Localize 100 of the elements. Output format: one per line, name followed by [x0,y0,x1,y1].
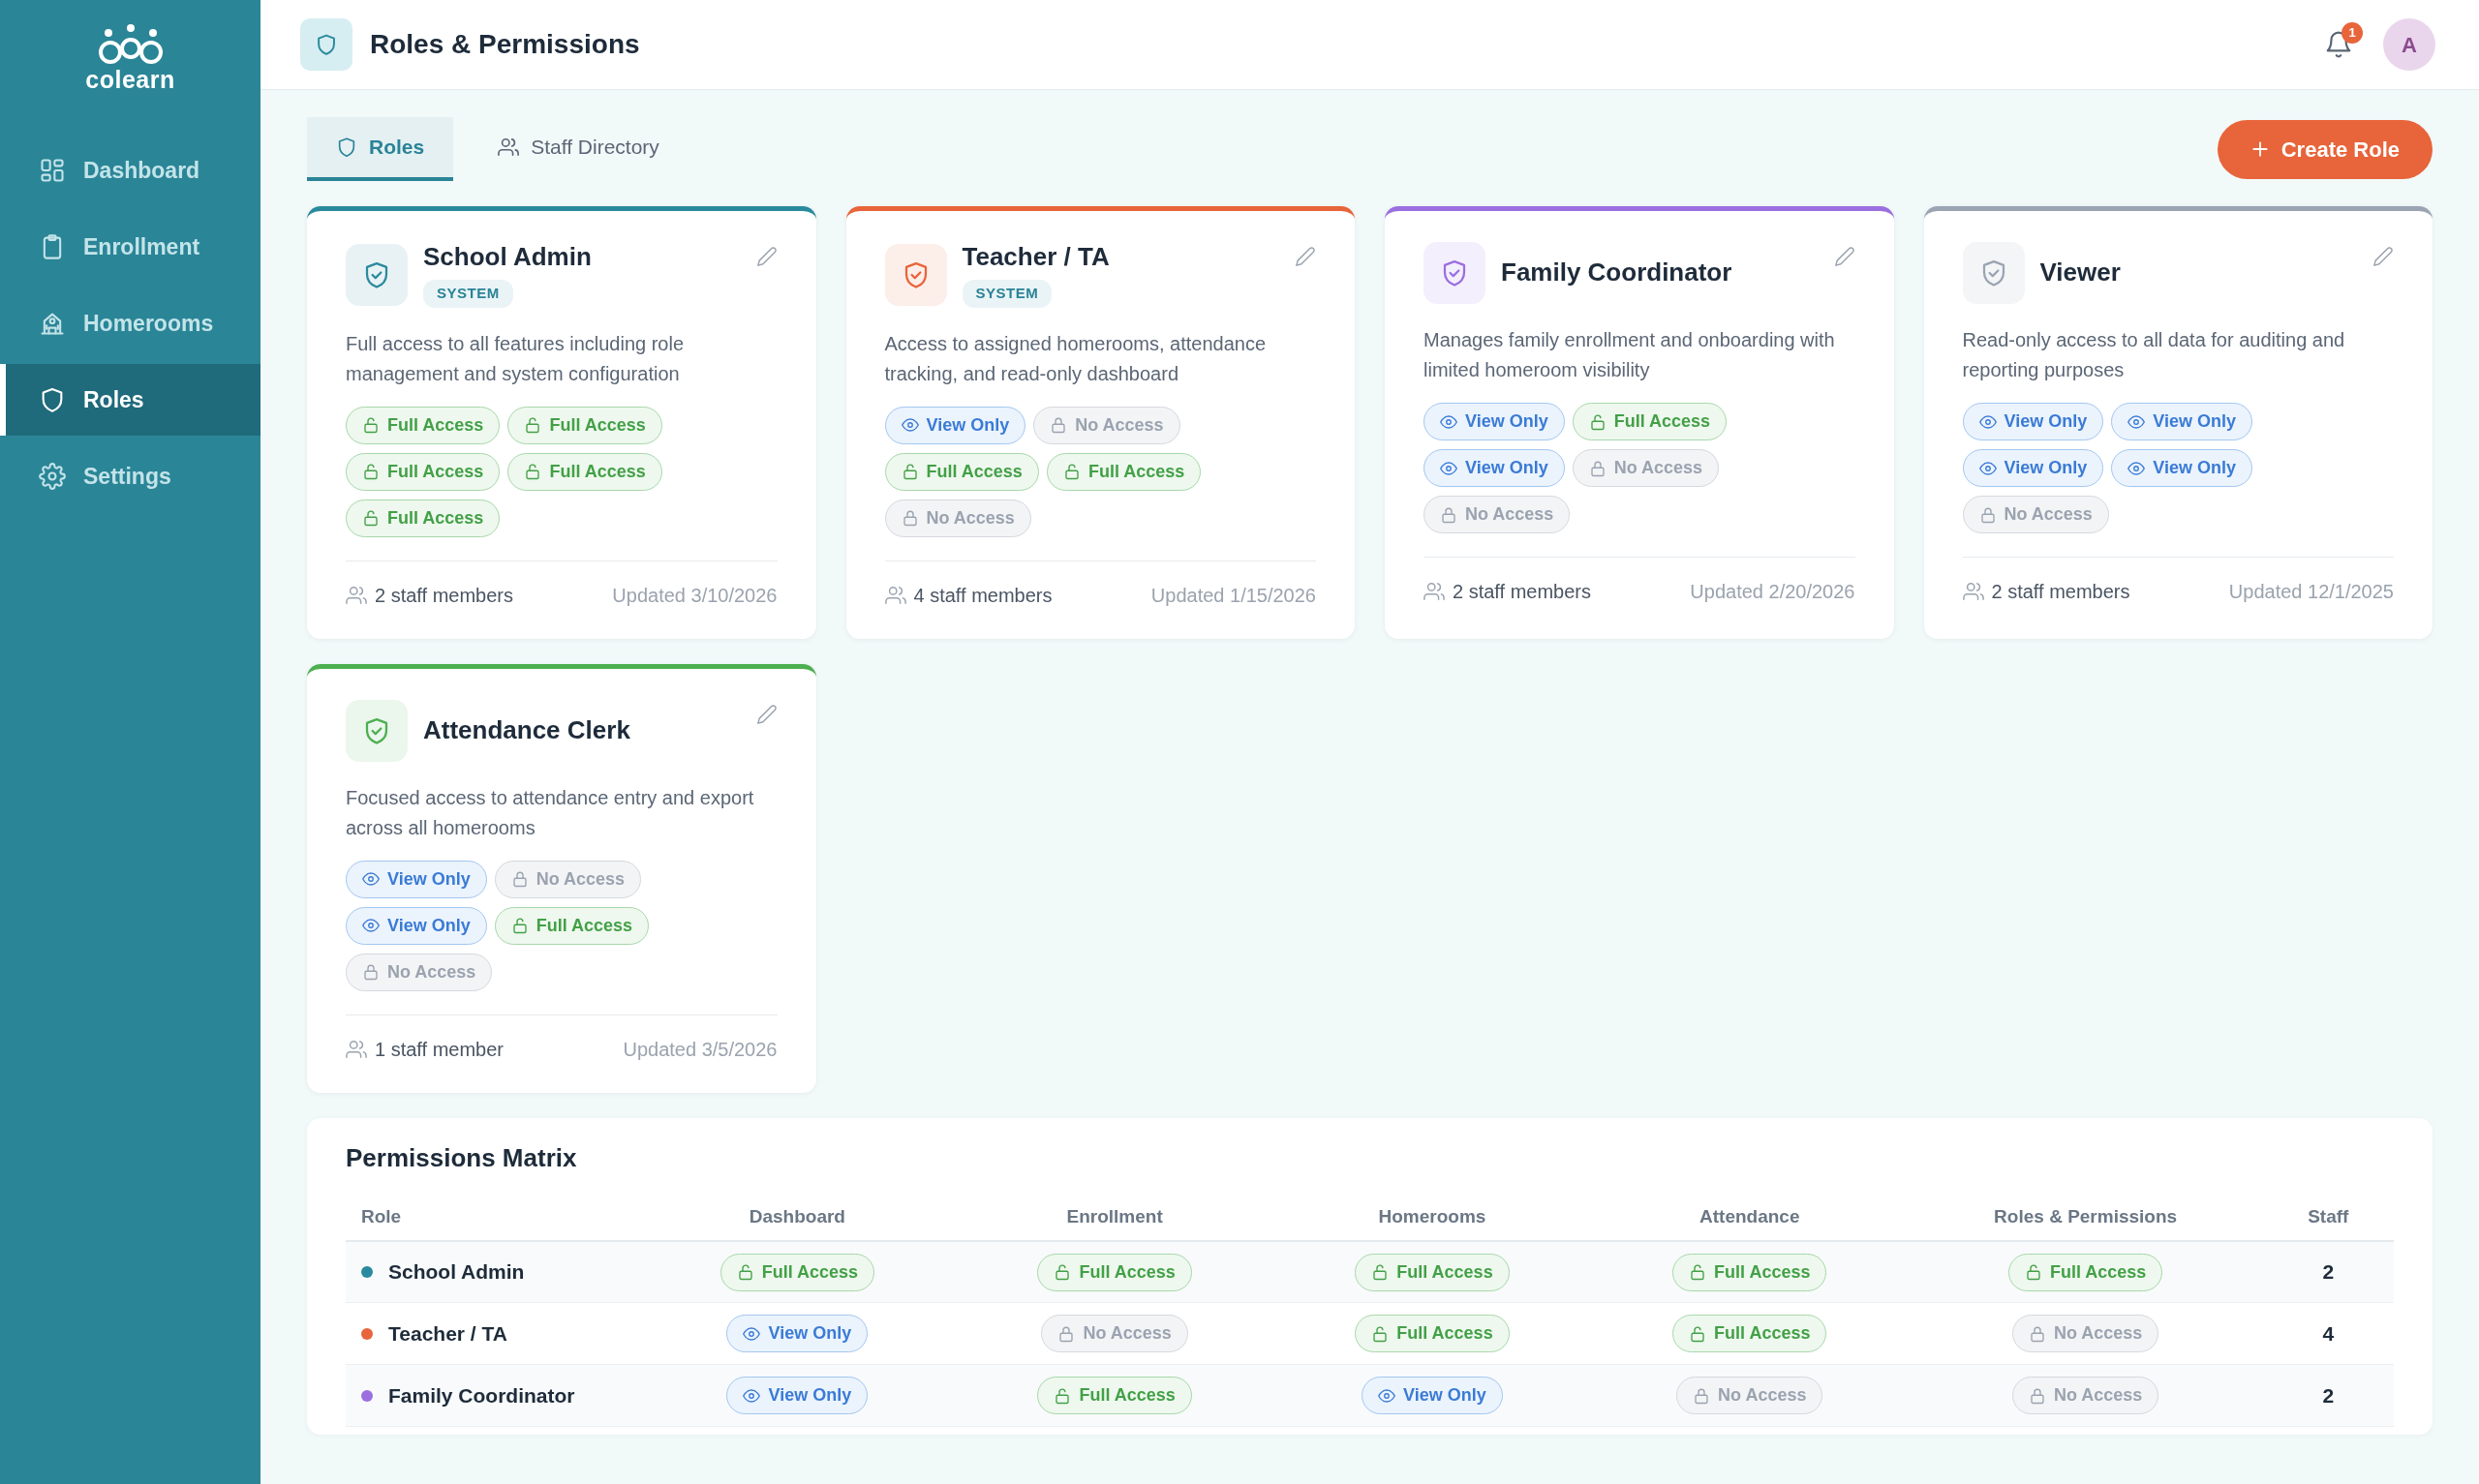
people-icon [346,1038,367,1060]
permission-label: No Access [387,960,476,984]
unlock-icon [901,463,919,481]
staff-count: 2 staff members [375,583,514,608]
unlock-icon [362,416,380,435]
staff-number: 2 [2322,1260,2335,1284]
eye-icon [743,1324,761,1343]
shield-icon [336,136,357,158]
role-description: Access to assigned homerooms, attendance tracking, and read-only dashboard [884,331,1268,386]
shield-check-icon [1423,242,1485,304]
people-icon [1423,581,1445,602]
page-title: Roles & Permissions [370,28,640,61]
staff-number: 2 [2322,1384,2335,1408]
lock-icon [901,509,919,528]
permission-label: View Only [1465,457,1548,479]
permission-label: No Access [2053,1322,2143,1346]
column-header: Homerooms [1378,1206,1486,1227]
tab[interactable]: Roles [307,117,454,181]
permission-label: Full Access [1087,460,1185,483]
eye-icon [1978,412,1997,431]
permission-label: No Access [1075,413,1164,437]
system-tag: SYSTEM [423,280,513,308]
updated-date: Updated 12/1/2025 [2228,580,2394,604]
edit-button[interactable] [2372,246,2394,267]
role-name: Viewer [2039,257,2121,288]
sidebar-item[interactable]: Homerooms [0,288,260,359]
people-icon [1962,581,1984,602]
unlock-icon [1062,463,1081,481]
system-tag: SYSTEM [962,280,1053,308]
permission-label: View Only [768,1322,852,1346]
eye-icon [743,1386,761,1405]
shield-check-icon [346,243,408,306]
unlock-icon [510,917,529,935]
column-header: Enrollment [1066,1206,1163,1227]
edit-button[interactable] [1295,246,1316,267]
permission-label: Full Access [761,1260,859,1284]
tab[interactable]: Staff Directory [469,117,689,181]
updated-date: Updated 2/20/2026 [1690,580,1855,604]
lock-icon [362,963,380,982]
people-icon [346,584,367,606]
lock-icon [510,870,529,889]
edit-button[interactable] [1833,246,1855,267]
sidebar-item[interactable]: Enrollment [0,211,260,283]
permission-label: No Access [1465,503,1554,526]
lock-icon [2028,1324,2046,1343]
shield-check-icon [884,243,947,306]
permission-label: Full Access [549,413,646,437]
permission-label: Full Access [1079,1384,1176,1408]
permission-label: Full Access [1714,1322,1811,1346]
create-role-button[interactable]: Create Role [2217,119,2433,179]
permission-label: No Access [926,506,1015,530]
permission-label: Full Access [1613,410,1711,433]
permission-label: No Access [2053,1384,2143,1408]
permission-label: View Only [1465,410,1548,433]
permission-label: View Only [2153,457,2236,479]
unlock-icon [736,1263,754,1282]
permission-label: Full Access [387,460,484,483]
section-title: Permissions Matrix [346,1142,578,1173]
role-description: Read-only access to all data for auditing and reporting purposes [1962,328,2346,382]
eye-icon [362,917,380,935]
updated-date: Updated 1/15/2026 [1150,583,1316,608]
unlock-icon [1371,1263,1390,1282]
pencil-icon [1295,246,1316,267]
sidebar-item[interactable]: Dashboard [0,135,260,206]
people-icon [498,136,520,158]
role-name: Teacher / TA [962,242,1110,273]
permission-label: View Only [926,413,1010,437]
eye-icon [2127,412,2146,431]
staff-count: 2 staff members [1453,580,1592,604]
unlock-icon [1588,412,1607,431]
edit-button[interactable] [755,246,778,267]
permission-label: Full Access [926,460,1023,483]
permission-label: No Access [2004,503,2093,526]
dashboard-grid-icon [39,157,66,184]
staff-count: 4 staff members [913,583,1053,608]
role-description: Full access to all features including role management and system configuration [346,331,686,386]
permission-label: View Only [387,867,471,891]
permission-label: View Only [2004,410,2088,433]
updated-date: Updated 3/5/2026 [623,1037,778,1062]
staff-count: 1 staff member [375,1037,505,1062]
sidebar-item[interactable]: Settings [0,440,260,512]
unlock-icon [1371,1324,1390,1343]
notification-count: 1 [2341,22,2363,44]
avatar[interactable]: A [2383,18,2435,71]
permission-label: View Only [387,914,471,937]
permission-label: View Only [2153,410,2236,433]
lock-icon [1057,1324,1076,1343]
edit-button[interactable] [755,703,778,725]
column-header: Dashboard [749,1206,845,1227]
settings-icon [39,463,66,490]
role-name: Family Coordinator [1501,257,1732,288]
permission-label: Full Access [1396,1260,1493,1284]
role-name: Attendance Clerk [423,715,630,746]
permission-label: Full Access [536,914,633,937]
sidebar-item[interactable]: Roles [0,364,260,436]
role-description: Manages family enrollment and onboarding with limited homeroom visibility [1423,328,1836,382]
unlock-icon [362,509,380,528]
people-logo-icon [96,23,165,66]
column-header: Staff [2308,1206,2349,1227]
permission-label: Full Access [2049,1260,2147,1284]
